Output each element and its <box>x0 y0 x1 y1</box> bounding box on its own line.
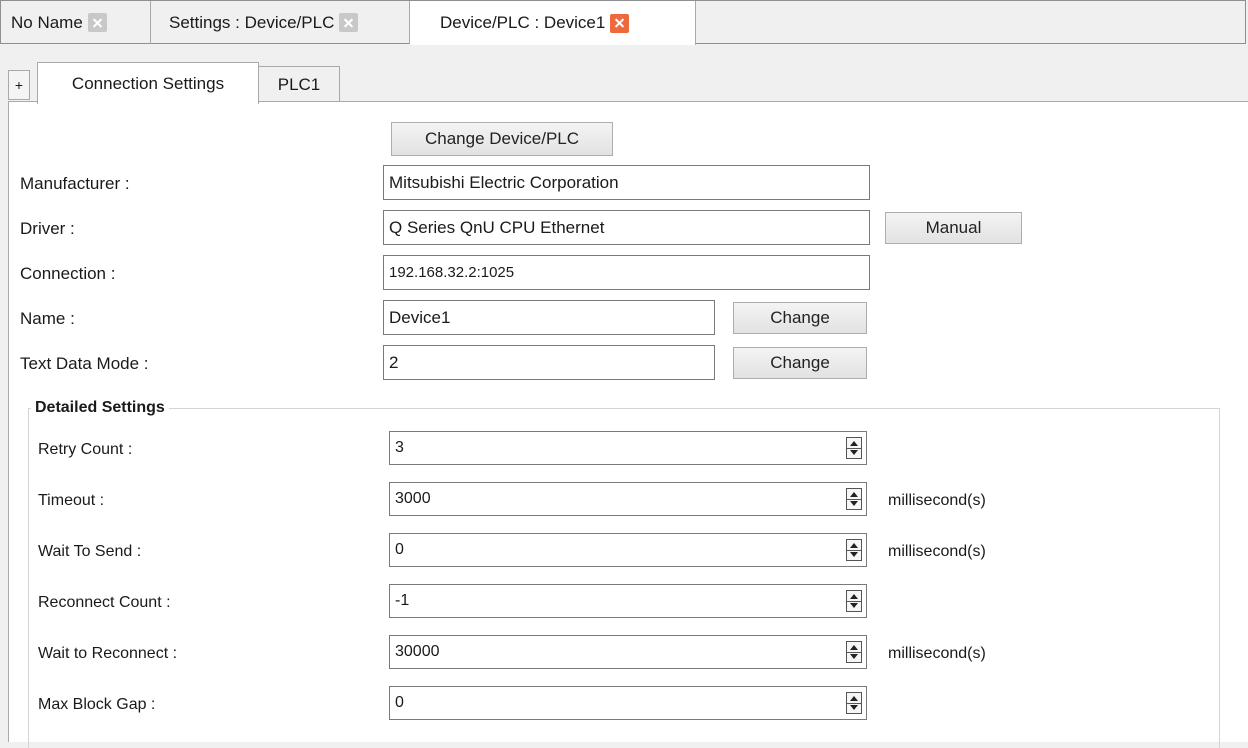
text-data-mode-change-button[interactable]: Change <box>733 347 867 379</box>
spinner-arrows-icon[interactable] <box>846 641 862 663</box>
reconnect-count-stepper[interactable]: -1 <box>389 584 867 618</box>
max-block-gap-stepper[interactable]: 0 <box>389 686 867 720</box>
wait-to-send-stepper[interactable]: 0 <box>389 533 867 567</box>
retry-count-label: Retry Count : <box>38 441 133 458</box>
stepper-value: 30000 <box>395 643 440 660</box>
close-icon[interactable] <box>87 13 107 32</box>
spinner-arrows-icon[interactable] <box>846 539 862 561</box>
spinner-arrows-icon[interactable] <box>846 488 862 510</box>
wait-to-reconnect-stepper[interactable]: 30000 <box>389 635 867 669</box>
tab-label: Device/PLC : Device1 <box>440 13 606 32</box>
wait-to-reconnect-unit: millisecond(s) <box>888 645 986 662</box>
timeout-label: Timeout : <box>38 492 105 509</box>
stepper-value: 0 <box>395 694 404 711</box>
document-tab-bar: No Name Settings : Device/PLC Device/PLC… <box>0 0 1246 45</box>
sub-tab-bar: + Connection Settings PLC1 <box>0 60 1248 104</box>
retry-count-stepper[interactable]: 3 <box>389 431 867 465</box>
name-label: Name : <box>20 309 75 328</box>
manufacturer-field[interactable]: Mitsubishi Electric Corporation <box>383 165 870 200</box>
stepper-value: -1 <box>395 592 410 609</box>
connection-field[interactable]: 192.168.32.2:1025 <box>383 255 870 290</box>
wait-to-send-unit: millisecond(s) <box>888 543 986 560</box>
name-field[interactable]: Device1 <box>383 300 715 335</box>
close-icon[interactable] <box>339 13 359 32</box>
connection-label: Connection : <box>20 264 116 283</box>
spinner-arrows-icon[interactable] <box>846 437 862 459</box>
tab-no-name[interactable]: No Name <box>1 1 151 44</box>
stepper-value: 3000 <box>395 490 431 507</box>
detailed-settings-title: Detailed Settings <box>31 399 169 417</box>
close-icon[interactable] <box>610 13 630 33</box>
tab-plc1[interactable]: PLC1 <box>258 66 340 103</box>
text-data-mode-label: Text Data Mode : <box>20 354 149 373</box>
wait-to-reconnect-label: Wait to Reconnect : <box>38 645 178 662</box>
tab-connection-settings[interactable]: Connection Settings <box>37 62 259 104</box>
timeout-stepper[interactable]: 3000 <box>389 482 867 516</box>
stepper-value: 0 <box>395 541 404 558</box>
name-change-button[interactable]: Change <box>733 302 867 334</box>
tab-label: No Name <box>11 12 83 32</box>
stepper-value: 3 <box>395 439 404 456</box>
reconnect-count-label: Reconnect Count : <box>38 594 171 611</box>
wait-to-send-label: Wait To Send : <box>38 543 142 560</box>
tab-device-plc-device1[interactable]: Device/PLC : Device1 <box>410 1 696 45</box>
spinner-arrows-icon[interactable] <box>846 590 862 612</box>
manual-button[interactable]: Manual <box>885 212 1022 244</box>
timeout-unit: millisecond(s) <box>888 492 986 509</box>
add-tab-button[interactable]: + <box>8 70 30 100</box>
spinner-arrows-icon[interactable] <box>846 692 862 714</box>
tab-settings-device-plc[interactable]: Settings : Device/PLC <box>151 1 410 44</box>
max-block-gap-label: Max Block Gap : <box>38 696 156 713</box>
driver-label: Driver : <box>20 219 75 238</box>
text-data-mode-field[interactable]: 2 <box>383 345 715 380</box>
change-device-plc-button[interactable]: Change Device/PLC <box>391 122 613 156</box>
driver-field[interactable]: Q Series QnU CPU Ethernet <box>383 210 870 245</box>
manufacturer-label: Manufacturer : <box>20 174 130 193</box>
tab-label: Settings : Device/PLC <box>169 12 335 32</box>
connection-settings-panel: Change Device/PLC Manufacturer : Mitsubi… <box>8 101 1248 748</box>
